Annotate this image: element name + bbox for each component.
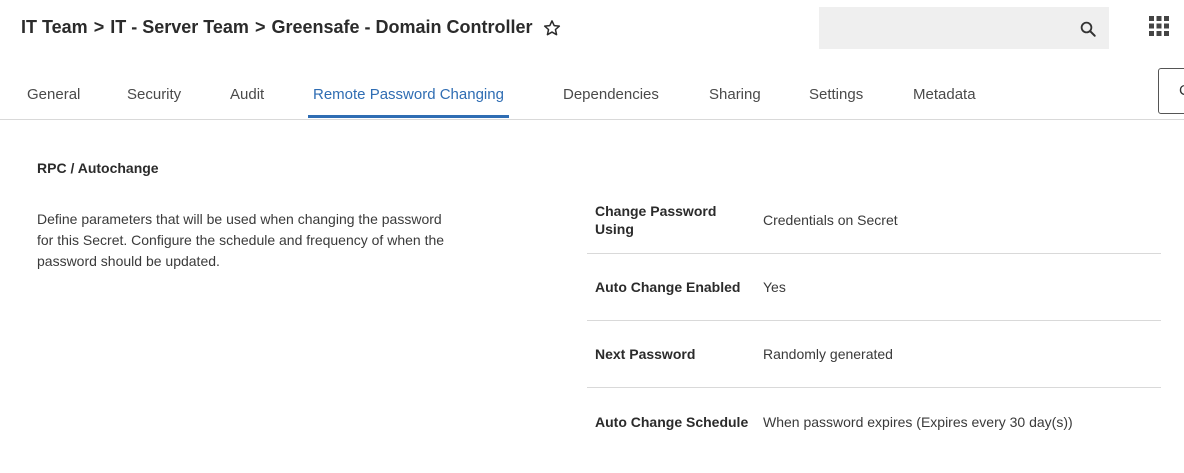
- breadcrumb: IT Team > IT - Server Team > Greensafe -…: [21, 17, 561, 38]
- tab-settings[interactable]: Settings: [809, 72, 863, 117]
- section-description: Define parameters that will be used when…: [37, 211, 445, 269]
- star-outline-icon[interactable]: [543, 19, 561, 37]
- top-bar: IT Team > IT - Server Team > Greensafe -…: [0, 0, 1184, 60]
- tab-security[interactable]: Security: [127, 72, 181, 117]
- properties-list: Change Password Using Credentials on Sec…: [587, 187, 1161, 455]
- tab-audit[interactable]: Audit: [230, 72, 264, 117]
- search-icon[interactable]: [1079, 20, 1097, 38]
- breadcrumb-item-it-server-team[interactable]: IT - Server Team: [110, 17, 249, 38]
- truncated-action-button[interactable]: C: [1158, 68, 1184, 114]
- property-value: Randomly generated: [763, 346, 893, 362]
- property-value: Credentials on Secret: [763, 212, 898, 228]
- property-label: Auto Change Schedule: [595, 413, 749, 430]
- property-row: Change Password Using Credentials on Sec…: [587, 187, 1161, 254]
- tab-metadata[interactable]: Metadata: [913, 72, 976, 117]
- search-box: [819, 7, 1109, 49]
- section-title: RPC / Autochange: [37, 160, 159, 176]
- property-label: Next Password: [595, 346, 696, 362]
- tab-remote-password-changing[interactable]: Remote Password Changing: [308, 72, 509, 118]
- property-label: Auto Change Enabled: [595, 279, 741, 295]
- property-row: Auto Change Schedule When password expir…: [587, 388, 1161, 455]
- property-value: Yes: [763, 279, 786, 295]
- property-row: Next Password Randomly generated: [587, 321, 1161, 388]
- breadcrumb-separator: >: [93, 17, 105, 37]
- tab-general[interactable]: General: [27, 72, 80, 117]
- tab-sharing[interactable]: Sharing: [709, 72, 761, 117]
- breadcrumb-separator: >: [254, 17, 266, 37]
- breadcrumb-item-it-team[interactable]: IT Team: [21, 17, 88, 38]
- tab-dependencies[interactable]: Dependencies: [563, 72, 659, 117]
- property-label: Change Password Using: [595, 203, 717, 237]
- tab-bar: General Security Audit Remote Password C…: [0, 72, 1184, 120]
- search-input[interactable]: [819, 7, 1093, 49]
- breadcrumb-item-secret: Greensafe - Domain Controller: [271, 17, 533, 37]
- apps-grid-icon[interactable]: [1149, 16, 1169, 36]
- property-value: When password expires (Expires every 30 …: [763, 413, 1073, 430]
- property-row: Auto Change Enabled Yes: [587, 254, 1161, 321]
